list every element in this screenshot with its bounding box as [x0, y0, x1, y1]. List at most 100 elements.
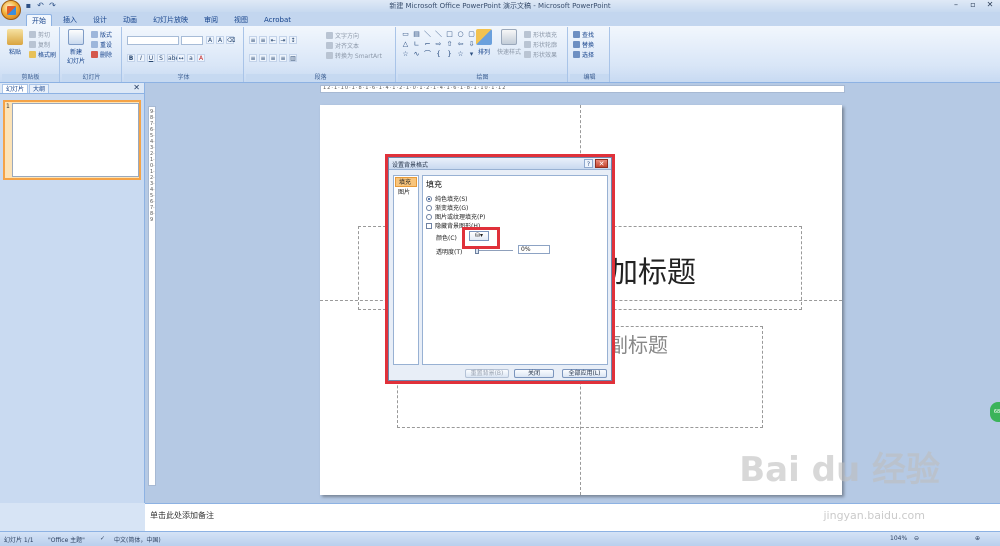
zoom-level[interactable]: 104%: [890, 535, 907, 542]
tab-view[interactable]: 视图: [229, 14, 253, 26]
increase-indent-icon[interactable]: ⇥: [279, 36, 287, 44]
shape-effects-button[interactable]: 形状效果: [524, 50, 557, 59]
copy-button[interactable]: 复制: [29, 40, 50, 49]
slide-thumbnail-item[interactable]: 1: [3, 100, 141, 180]
tab-slides[interactable]: 幻灯片: [2, 84, 29, 93]
line-icon[interactable]: ＼: [423, 30, 432, 38]
find-button[interactable]: 查找: [573, 30, 594, 39]
close-icon[interactable]: ✕: [595, 159, 608, 168]
star-icon[interactable]: ☆: [401, 50, 410, 58]
grow-font-icon[interactable]: A: [206, 36, 214, 44]
smartart-button[interactable]: 转换为 SmartArt: [326, 51, 382, 60]
case-icon[interactable]: a: [187, 54, 195, 62]
replace-button[interactable]: 替换: [573, 40, 594, 49]
curve-icon[interactable]: ∿: [412, 50, 421, 58]
triangle-icon[interactable]: △: [401, 40, 410, 48]
tab-outline[interactable]: 大纲: [29, 84, 50, 93]
shrink-font-icon[interactable]: A: [216, 36, 224, 44]
clear-format-icon[interactable]: ⌫: [226, 36, 235, 44]
align-center-icon[interactable]: ≡: [259, 54, 267, 62]
close-button[interactable]: 关闭: [514, 369, 554, 378]
brace-icon[interactable]: }: [445, 50, 454, 58]
radio-button[interactable]: [426, 204, 432, 211]
align-text-button[interactable]: 对齐文本: [326, 41, 359, 50]
zoom-out-icon[interactable]: ⊖: [914, 535, 919, 542]
nav-fill[interactable]: 填充: [395, 177, 417, 187]
transparency-slider[interactable]: [475, 250, 513, 251]
format-painter-button[interactable]: 格式刷: [29, 50, 56, 59]
bold-button[interactable]: B: [127, 54, 135, 62]
decrease-indent-icon[interactable]: ⇤: [269, 36, 277, 44]
transparency-input[interactable]: 0%: [518, 245, 550, 254]
font-color-icon[interactable]: A: [197, 54, 205, 62]
shape-outline-button[interactable]: 形状轮廓: [524, 40, 557, 49]
zoom-in-icon[interactable]: ⊕: [975, 535, 980, 542]
spacing-icon[interactable]: ↔: [177, 54, 185, 62]
nav-picture[interactable]: 图片: [395, 188, 417, 198]
gradient-fill-option[interactable]: 渐变填充(G): [426, 203, 468, 212]
reset-button[interactable]: 重设: [91, 40, 112, 49]
underline-button[interactable]: U: [147, 54, 155, 62]
elbow-icon[interactable]: ∟: [412, 40, 421, 48]
quick-styles-button[interactable]: 快速样式: [496, 29, 522, 56]
shadow-button[interactable]: abe: [167, 54, 179, 62]
textbox-icon[interactable]: ▤: [412, 30, 421, 38]
side-badge[interactable]: 68: [990, 402, 1000, 422]
justify-icon[interactable]: ≡: [279, 54, 287, 62]
picture-fill-option[interactable]: 图片或纹理填充(P): [426, 212, 485, 221]
freeform-icon[interactable]: ⌒: [423, 50, 432, 58]
help-icon[interactable]: ?: [584, 159, 593, 168]
columns-icon[interactable]: ▥: [289, 54, 297, 62]
align-right-icon[interactable]: ≡: [269, 54, 277, 62]
star-icon[interactable]: ☆: [456, 50, 465, 58]
radio-button[interactable]: [426, 195, 432, 202]
close-icon[interactable]: ✕: [982, 0, 998, 10]
arrange-button[interactable]: 排列: [472, 29, 496, 56]
delete-button[interactable]: 删除: [91, 50, 112, 59]
apply-all-button[interactable]: 全部应用(L): [562, 369, 607, 378]
arrow-right-icon[interactable]: ⇨: [434, 40, 443, 48]
checkbox[interactable]: [426, 222, 432, 229]
italic-button[interactable]: I: [137, 54, 145, 62]
strikethrough-button[interactable]: S: [157, 54, 165, 62]
tab-review[interactable]: 审阅: [199, 14, 223, 26]
line-icon[interactable]: ＼: [434, 30, 443, 38]
arrow-up-icon[interactable]: ⇧: [445, 40, 454, 48]
numbering-icon[interactable]: ≡: [259, 36, 267, 44]
rectangle-icon[interactable]: ▭: [401, 30, 410, 38]
brace-icon[interactable]: {: [434, 50, 443, 58]
shape-fill-button[interactable]: 形状填充: [524, 30, 557, 39]
tab-acrobat[interactable]: Acrobat: [259, 14, 296, 26]
slide-thumbnail[interactable]: [12, 103, 139, 177]
bullets-icon[interactable]: ≡: [249, 36, 257, 44]
language-indicator[interactable]: 中文(简体，中国): [114, 535, 161, 544]
shapes-gallery[interactable]: ▭ ▤ ＼ ＼ □ ○ ▢ △ ∟ ⌐ ⇨ ⇧ ⇦ ⇩ ☆ ∿ ⌒{} ☆ ▾: [401, 30, 476, 58]
align-left-icon[interactable]: ≡: [249, 54, 257, 62]
arrow-left-icon[interactable]: ⇦: [456, 40, 465, 48]
tab-insert[interactable]: 插入: [58, 14, 82, 26]
font-size-combo[interactable]: [181, 36, 203, 45]
text-direction-button[interactable]: 文字方向: [326, 31, 359, 40]
select-button[interactable]: 选择: [573, 50, 594, 59]
font-name-combo[interactable]: [127, 36, 179, 45]
tab-home[interactable]: 开始: [26, 14, 52, 26]
cut-button[interactable]: 剪切: [29, 30, 50, 39]
rectangle-icon[interactable]: □: [445, 30, 454, 38]
paste-button[interactable]: 粘贴: [3, 29, 27, 56]
tab-design[interactable]: 设计: [88, 14, 112, 26]
close-icon[interactable]: ✕: [133, 83, 140, 92]
tab-animations[interactable]: 动画: [118, 14, 142, 26]
oval-icon[interactable]: ○: [456, 30, 465, 38]
maximize-icon[interactable]: ▫: [965, 0, 981, 10]
layout-button[interactable]: 版式: [91, 30, 112, 39]
connector-icon[interactable]: ⌐: [423, 40, 432, 48]
minimize-icon[interactable]: –: [948, 0, 964, 10]
tab-slideshow[interactable]: 幻灯片放映: [148, 14, 193, 26]
spellcheck-icon[interactable]: ✓: [100, 535, 105, 542]
line-spacing-icon[interactable]: ↕: [289, 36, 297, 44]
office-button[interactable]: [1, 0, 21, 20]
new-slide-button[interactable]: 新建 幻灯片: [64, 29, 88, 65]
radio-button[interactable]: [426, 213, 432, 220]
reset-background-button[interactable]: 重置背景(B): [465, 369, 509, 378]
solid-fill-option[interactable]: 纯色填充(S): [426, 194, 468, 203]
